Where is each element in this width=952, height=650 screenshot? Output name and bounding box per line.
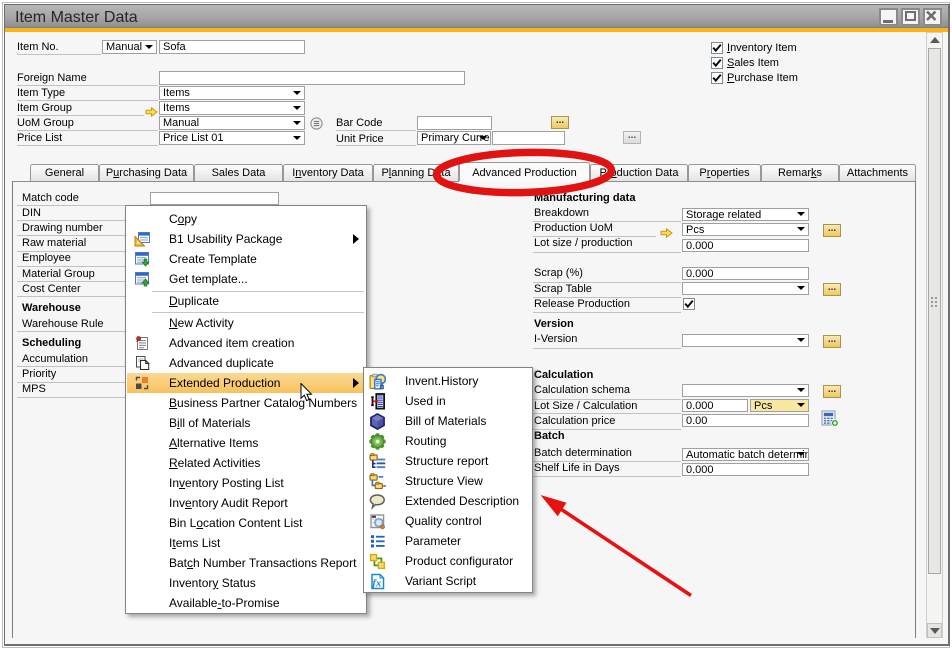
svg-text:fx: fx xyxy=(372,577,382,589)
